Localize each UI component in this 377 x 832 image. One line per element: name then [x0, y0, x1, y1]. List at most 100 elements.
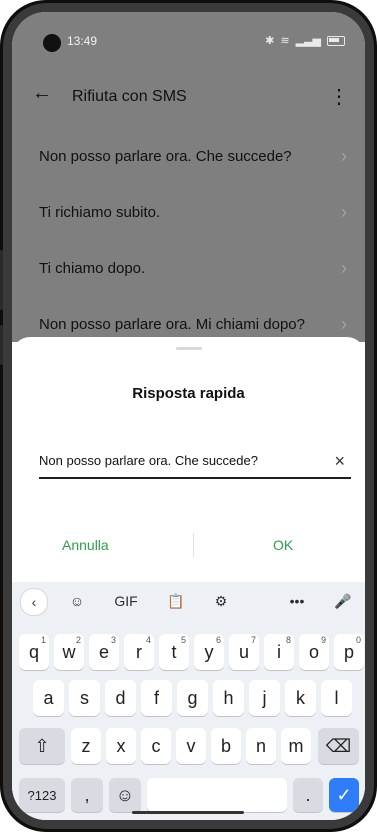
chevron-right-icon: ›	[341, 314, 347, 334]
status-time: 13:49	[67, 34, 98, 48]
divider	[193, 533, 194, 557]
list-item[interactable]: Ti richiamo subito. ›	[12, 186, 365, 242]
key-m[interactable]: m	[281, 728, 311, 764]
key-t[interactable]: t5	[159, 634, 189, 670]
key-p[interactable]: p0	[334, 634, 364, 670]
more-button[interactable]: •••	[284, 588, 310, 614]
key-v[interactable]: v	[176, 728, 206, 764]
key-hint: 2	[75, 635, 81, 645]
sheet-handle[interactable]	[176, 347, 202, 350]
key-hint: 5	[180, 635, 186, 645]
close-icon[interactable]: ×	[334, 451, 345, 472]
key-s[interactable]: s	[69, 680, 100, 716]
power-button	[0, 325, 3, 365]
key-hint: 8	[285, 635, 291, 645]
status-bar: 13:49 ✱ ≋ ▂▃▅	[12, 12, 365, 52]
clipboard-icon[interactable]: 📋	[163, 588, 189, 614]
key-label: p	[343, 641, 354, 662]
kebab-icon[interactable]: ⋮	[329, 84, 349, 109]
sms-reply-list: Non posso parlare ora. Che succede? › Ti…	[12, 130, 365, 354]
key-c[interactable]: c	[141, 728, 171, 764]
key-r[interactable]: r4	[124, 634, 154, 670]
gesture-bar	[132, 811, 244, 814]
key-j[interactable]: j	[249, 680, 280, 716]
key-hint: 7	[250, 635, 256, 645]
key-label: t	[171, 641, 177, 662]
gear-icon[interactable]: ⚙	[208, 588, 234, 614]
reply-input-text[interactable]: Non posso parlare ora. Che succede?	[39, 453, 258, 468]
sheet-title: Risposta rapida	[132, 385, 245, 402]
key-q[interactable]: q1	[19, 634, 49, 670]
signal-icon: ▂▃▅	[295, 35, 321, 47]
key-y[interactable]: y6	[194, 634, 224, 670]
ok-button[interactable]: OK	[273, 537, 293, 553]
quick-reply-sheet: Risposta rapida Non posso parlare ora. C…	[12, 337, 365, 582]
chevron-right-icon: ›	[341, 258, 347, 278]
key-h[interactable]: h	[213, 680, 244, 716]
key-x[interactable]: x	[106, 728, 136, 764]
key-l[interactable]: l	[321, 680, 352, 716]
key-label: i	[277, 641, 281, 662]
bluetooth-icon: ✱	[265, 35, 275, 47]
list-item[interactable]: Ti chiamo dopo. ›	[12, 242, 365, 298]
key-d[interactable]: d	[105, 680, 136, 716]
list-item[interactable]: Non posso parlare ora. Che succede? ›	[12, 130, 365, 186]
key-f[interactable]: f	[141, 680, 172, 716]
key-o[interactable]: o9	[299, 634, 329, 670]
cancel-button[interactable]: Annulla	[62, 537, 109, 553]
battery-icon	[327, 35, 345, 46]
key-g[interactable]: g	[177, 680, 208, 716]
key-e[interactable]: e3	[89, 634, 119, 670]
key-label: w	[62, 641, 76, 662]
chevron-right-icon: ›	[341, 146, 347, 166]
key-hint: 3	[110, 635, 116, 645]
key-u[interactable]: u7	[229, 634, 259, 670]
list-item-label: Non posso parlare ora. Che succede?	[39, 148, 292, 165]
space-key[interactable]	[147, 778, 287, 812]
key-label: o	[308, 641, 319, 662]
sticker-icon[interactable]: ☺	[64, 588, 90, 614]
period-key[interactable]: .	[293, 778, 323, 812]
key-w[interactable]: w2	[54, 634, 84, 670]
key-hint: 0	[355, 635, 361, 645]
key-label: e	[98, 641, 109, 662]
app-bar: ← Rifiuta con SMS ⋮	[12, 76, 365, 126]
key-b[interactable]: b	[211, 728, 241, 764]
key-hint: 1	[40, 635, 46, 645]
keyboard-toolbar: ‹ ☺ GIF 📋 ⚙ ••• 🎤	[12, 582, 365, 618]
gif-button[interactable]: GIF	[102, 588, 150, 614]
reply-input[interactable]: Non posso parlare ora. Che succede? ×	[39, 449, 351, 479]
emoji-icon[interactable]: ☺	[109, 778, 141, 812]
wifi-icon: ≋	[280, 35, 290, 47]
key-hint: 6	[215, 635, 221, 645]
background-dimmed-area: 13:49 ✱ ≋ ▂▃▅ ← Rifiuta con SMS ⋮ Non po…	[12, 12, 365, 342]
symbols-key[interactable]: ?123	[19, 778, 65, 812]
key-hint: 9	[320, 635, 326, 645]
key-n[interactable]: n	[246, 728, 276, 764]
key-label: u	[238, 641, 249, 662]
list-item-label: Ti chiamo dopo.	[39, 260, 146, 277]
page-title: Rifiuta con SMS	[72, 88, 187, 105]
screen: 13:49 ✱ ≋ ▂▃▅ ← Rifiuta con SMS ⋮ Non po…	[12, 12, 365, 820]
key-a[interactable]: a	[33, 680, 64, 716]
key-z[interactable]: z	[71, 728, 101, 764]
microphone-icon[interactable]: 🎤	[330, 588, 356, 614]
phone-frame: 13:49 ✱ ≋ ▂▃▅ ← Rifiuta con SMS ⋮ Non po…	[0, 0, 377, 832]
key-label: y	[204, 641, 214, 662]
arrow-left-icon[interactable]: ←	[32, 82, 52, 105]
shift-icon[interactable]: ⇧	[19, 728, 65, 764]
status-icons: ✱ ≋ ▂▃▅	[265, 34, 345, 47]
key-i[interactable]: i8	[264, 634, 294, 670]
key-label: r	[136, 641, 142, 662]
keyboard: ‹ ☺ GIF 📋 ⚙ ••• 🎤 q1w2e3r4t5y6u7i8o9p0 a…	[12, 582, 365, 820]
list-item-label: Non posso parlare ora. Mi chiami dopo?	[39, 316, 305, 333]
enter-check-icon[interactable]: ✓	[329, 778, 359, 812]
comma-key[interactable]: ,	[71, 778, 103, 812]
front-camera	[43, 34, 61, 52]
key-k[interactable]: k	[285, 680, 316, 716]
volume-button	[0, 250, 3, 310]
chevron-right-icon: ›	[341, 202, 347, 222]
backspace-icon[interactable]: ⌫	[318, 728, 359, 764]
list-item-label: Ti richiamo subito.	[39, 204, 161, 221]
chevron-left-icon[interactable]: ‹	[20, 588, 48, 616]
